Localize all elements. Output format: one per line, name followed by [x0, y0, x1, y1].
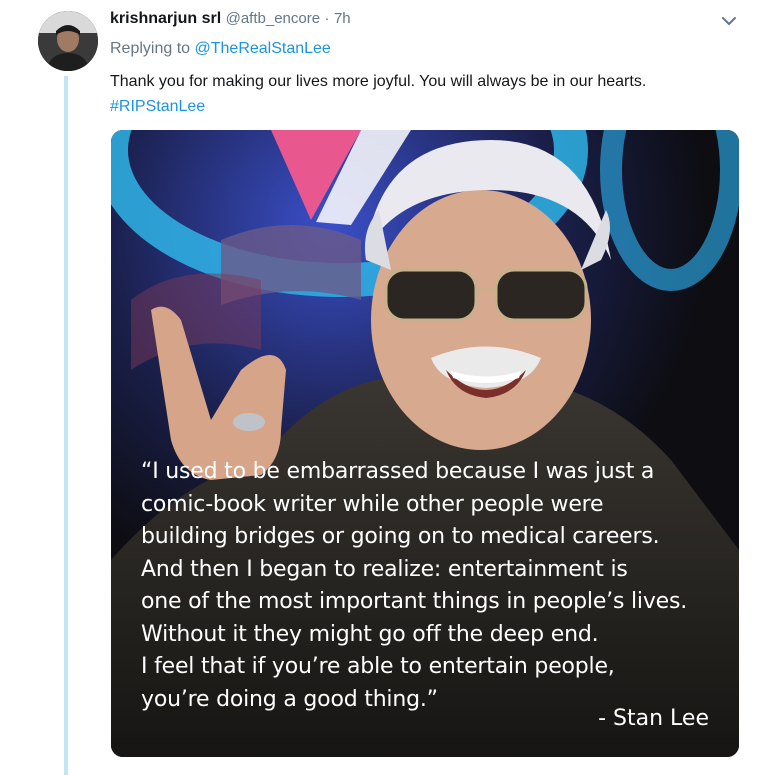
tweet-timestamp[interactable]: 7h [334, 10, 351, 27]
author-handle[interactable]: @aftb_encore [226, 10, 320, 27]
media-quote-text: “I used to be embarrassed because I was … [141, 459, 688, 712]
author-display-name[interactable]: krishnarjun srl [110, 10, 221, 27]
hashtag-link[interactable]: #RIPStanLee [110, 98, 205, 115]
tweet-text: Thank you for making our lives more joyf… [110, 69, 750, 119]
replying-to: Replying to @TheRealStanLee [110, 39, 331, 59]
avatar[interactable] [38, 11, 98, 71]
media-quote-attribution: - Stan Lee [598, 706, 709, 731]
thread-line [64, 76, 68, 775]
header-separator: · [324, 10, 330, 27]
tweet-media[interactable]: “I used to be embarrassed because I was … [111, 130, 739, 757]
replying-to-mention[interactable]: @TheRealStanLee [195, 40, 331, 57]
tweet-body: Thank you for making our lives more joyf… [110, 73, 647, 90]
avatar-image [38, 11, 98, 71]
tweet-header: krishnarjun srl @aftb_encore · 7h [110, 9, 351, 29]
replying-to-label: Replying to [110, 40, 191, 57]
chevron-down-icon[interactable] [720, 12, 738, 30]
